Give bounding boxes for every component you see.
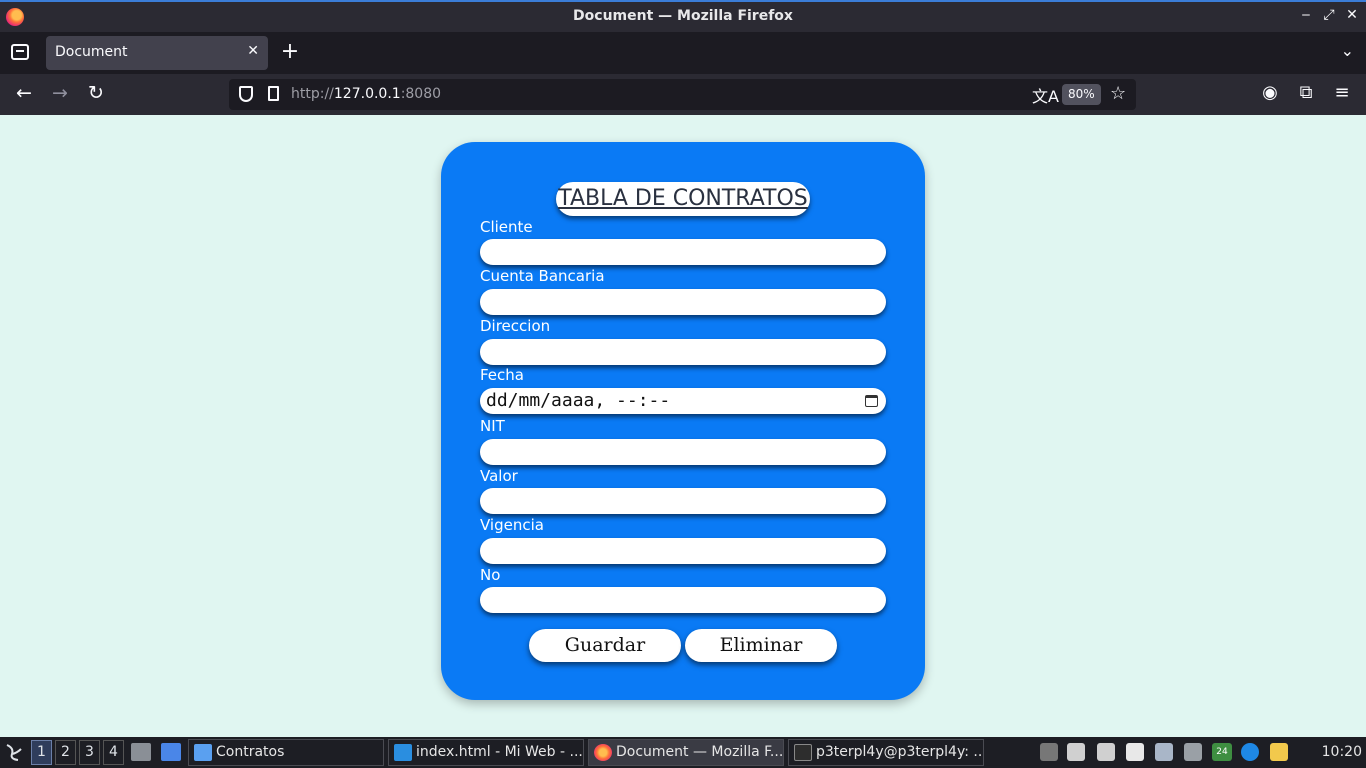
url-port: :8080: [400, 86, 442, 102]
task-label: Document — Mozilla F...: [616, 744, 784, 760]
forward-button[interactable]: →: [48, 82, 72, 104]
task-terminal[interactable]: p3terpl4y@p3terpl4y: ...: [788, 739, 984, 766]
url-scheme: http://: [291, 86, 334, 102]
folder-icon: [194, 744, 212, 761]
reload-button[interactable]: ↻: [84, 82, 108, 104]
url-host: 127.0.0.1: [333, 86, 401, 102]
task-label: p3terpl4y@p3terpl4y: ...: [816, 744, 984, 760]
workspace-1[interactable]: 1: [31, 740, 52, 765]
tab-close-icon[interactable]: ✕: [247, 43, 259, 59]
notification-icon[interactable]: [1155, 743, 1173, 761]
tab-document[interactable]: Document ✕: [46, 36, 268, 70]
app-menu-icon[interactable]: ≡: [1331, 82, 1353, 103]
url-text[interactable]: http://127.0.0.1:8080: [291, 86, 441, 102]
form-title: TABLA DE CONTRATOS: [556, 182, 810, 216]
task-vscode[interactable]: index.html - Mi Web - ...: [388, 739, 584, 766]
label-valor: Valor: [480, 467, 518, 485]
page-info-icon[interactable]: [268, 86, 279, 101]
cliente-input[interactable]: [480, 239, 886, 265]
valor-input[interactable]: [480, 488, 886, 514]
workspace-3[interactable]: 3: [79, 740, 100, 765]
fecha-placeholder: dd/mm/aaaa, --:--: [486, 390, 671, 411]
task-label: Contratos: [216, 744, 285, 760]
extensions-icon[interactable]: ⧉: [1295, 82, 1317, 103]
contract-form-card: TABLA DE CONTRATOS Cliente Cuenta Bancar…: [441, 142, 925, 700]
cuenta-bancaria-input[interactable]: [480, 289, 886, 315]
label-nit: NIT: [480, 417, 505, 435]
terminal-icon: [794, 744, 812, 761]
start-menu-icon[interactable]: [4, 742, 24, 762]
eliminar-button[interactable]: Eliminar: [685, 629, 837, 662]
firefox-view-icon[interactable]: [11, 44, 29, 60]
network-icon[interactable]: [1184, 743, 1202, 761]
new-tab-button[interactable]: +: [280, 39, 300, 64]
file-manager-launcher-icon[interactable]: [131, 743, 151, 761]
battery-icon[interactable]: 24: [1212, 743, 1232, 761]
back-button[interactable]: ←: [12, 82, 36, 104]
tab-strip: Document ✕ + ⌄: [0, 32, 1366, 74]
workspace-2[interactable]: 2: [55, 740, 76, 765]
system-taskbar: 1 2 3 4 Contratos index.html - Mi Web - …: [0, 737, 1366, 768]
maximize-button[interactable]: ⤢: [1320, 7, 1338, 23]
task-label: index.html - Mi Web - ...: [416, 744, 583, 760]
translate-icon[interactable]: 文A: [1032, 83, 1059, 107]
task-contratos[interactable]: Contratos: [188, 739, 384, 766]
nit-input[interactable]: [480, 439, 886, 465]
window-title: Document — Mozilla Firefox: [573, 8, 793, 24]
url-bar[interactable]: http://127.0.0.1:8080 文A 80% ☆: [229, 79, 1136, 110]
direccion-input[interactable]: [480, 339, 886, 365]
close-window-button[interactable]: ✕: [1343, 7, 1361, 23]
task-firefox[interactable]: Document — Mozilla F...: [588, 739, 784, 766]
tracking-protection-shield-icon[interactable]: [239, 86, 253, 102]
list-all-tabs-icon[interactable]: ⌄: [1341, 41, 1354, 60]
vscode-icon: [394, 744, 412, 761]
navigation-toolbar: ← → ↻ http://127.0.0.1:8080 文A 80% ☆ ◉ ⧉…: [0, 74, 1366, 115]
label-no: No: [480, 566, 501, 584]
page-content: TABLA DE CONTRATOS Cliente Cuenta Bancar…: [0, 115, 1366, 737]
label-cuenta-bancaria: Cuenta Bancaria: [480, 267, 605, 285]
calendar-icon[interactable]: [865, 395, 878, 407]
account-icon[interactable]: ◉: [1259, 82, 1281, 103]
bookmark-star-icon[interactable]: ☆: [1110, 83, 1126, 104]
window-titlebar: Document — Mozilla Firefox ‒ ⤢ ✕: [0, 0, 1366, 32]
no-input[interactable]: [480, 587, 886, 613]
clipboard-icon[interactable]: [1126, 743, 1144, 761]
eject-icon[interactable]: [1040, 743, 1058, 761]
python-icon[interactable]: [1270, 743, 1288, 761]
label-vigencia: Vigencia: [480, 516, 544, 534]
label-fecha: Fecha: [480, 366, 524, 384]
guardar-button[interactable]: Guardar: [529, 629, 681, 662]
zoom-level-badge[interactable]: 80%: [1062, 84, 1101, 105]
update-icon[interactable]: [1241, 743, 1259, 761]
clock[interactable]: 10:20: [1322, 744, 1362, 760]
tab-label: Document: [55, 44, 128, 60]
label-direccion: Direccion: [480, 317, 551, 335]
vigencia-input[interactable]: [480, 538, 886, 564]
bluetooth-icon[interactable]: [1097, 743, 1115, 761]
workspace-4[interactable]: 4: [103, 740, 124, 765]
label-cliente: Cliente: [480, 218, 533, 236]
desktop-launcher-icon[interactable]: [161, 743, 181, 761]
firefox-icon: [594, 744, 612, 761]
volume-icon[interactable]: [1067, 743, 1085, 761]
fecha-datetime-input[interactable]: dd/mm/aaaa, --:--: [480, 388, 886, 414]
minimize-button[interactable]: ‒: [1297, 7, 1315, 23]
